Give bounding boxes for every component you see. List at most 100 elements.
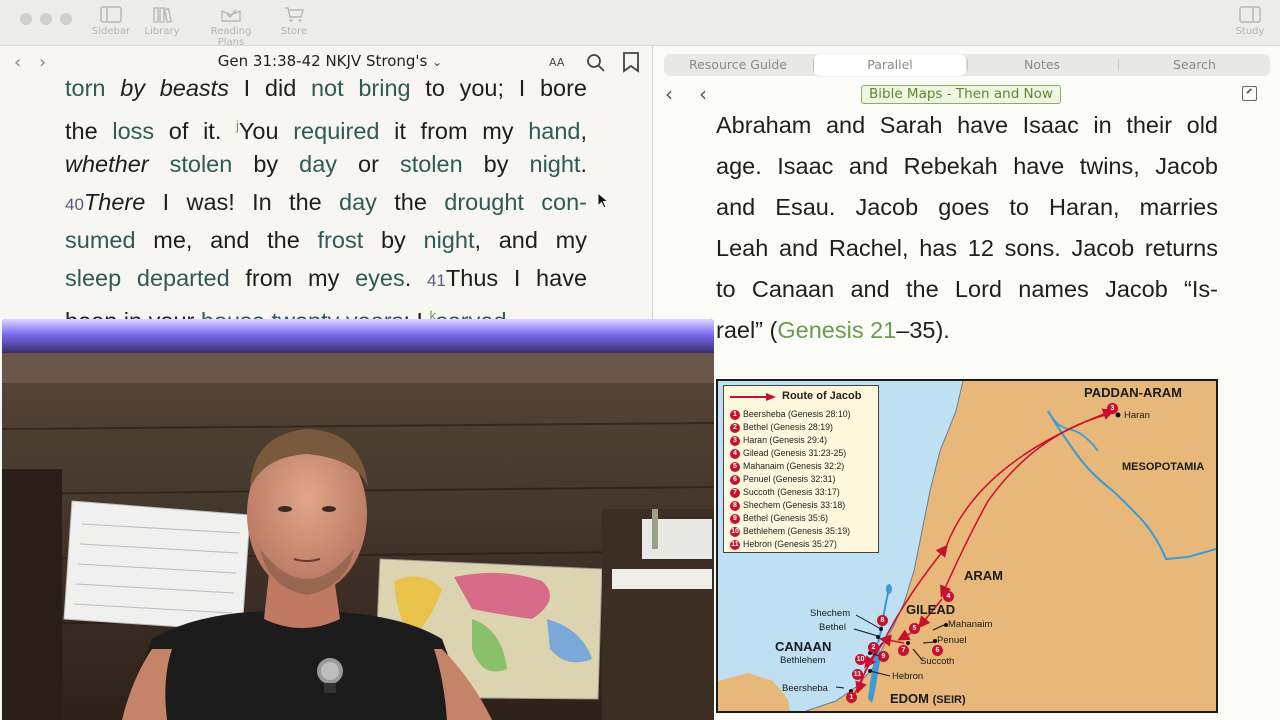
strongs-word-link[interactable]: stolen [400,151,463,177]
strongs-word-link[interactable]: required [293,118,379,144]
legend-item: 8 Shechem (Genesis 33:18) [730,499,845,511]
region-label: ARAM [964,568,1003,583]
back-arrow-icon[interactable]: ‹ [14,54,21,72]
tab-resource-guide[interactable]: Resource Guide [664,54,812,76]
strongs-word-link[interactable]: con- [541,189,587,215]
back-arrow-icon[interactable]: ‹ [665,82,673,106]
scripture-reference-link[interactable]: Genesis 21 [777,317,896,343]
text-segment: , [580,117,588,144]
chevron-down-icon: ⌄ [432,55,443,69]
strongs-word-link[interactable]: hand [528,118,580,144]
town-label: Shechem [810,608,851,619]
resource-text: Abraham and Sarah have Isaac in their ol… [716,105,1218,351]
town-label: Mahanaim [948,619,993,630]
strongs-word-link[interactable]: departed [137,265,230,291]
sidebar-label: Sidebar [91,26,131,37]
text-line: to Canaan and the Lord names Jacob “Is- [716,269,1218,310]
text-line: sleep departed from my eyes. 41Thus I ha… [65,259,587,297]
text-segment [524,189,541,215]
text-segment: , and my [474,227,588,253]
town-label: Bethel [819,622,846,633]
library-button[interactable]: Library [127,4,197,37]
strongs-word-link[interactable]: frost [318,227,364,253]
text-segment [121,265,137,291]
study-pane: Resource Guide Parallel Notes Search ‹ ‹… [654,46,1280,720]
region-label: MESOPOTAMIA [1122,461,1205,473]
strongs-word-link[interactable]: night [530,151,581,177]
verse-number: 41 [426,271,446,290]
resource-title-button[interactable]: Bible Maps - Then and Now [861,85,1061,104]
minimize-window-button[interactable] [40,13,52,25]
reference-picker[interactable]: Gen 31:38-42 NKJV Strong's ⌄ [200,52,460,70]
legend-item: 11 Hebron (Genesis 35:27) [730,539,837,550]
route-pin: 2 [868,642,879,653]
text-segment [344,75,359,101]
strongs-word-link[interactable]: sleep [65,265,121,291]
text-segment: I was! In the [145,189,340,215]
route-pin: 5 [909,623,920,634]
text-line: rael” (Genesis 21–35). [716,310,1218,351]
tab-notes[interactable]: Notes [968,54,1116,76]
strongs-word-link[interactable]: torn [65,75,106,101]
text-segment: and Esau. Jacob goes to Haran, marries [716,194,1218,220]
popout-icon[interactable] [1242,86,1257,101]
text-line: whether stolen by day or stolen by night… [65,145,587,183]
study-icon [1239,6,1261,23]
strongs-word-link[interactable]: night [424,227,475,253]
reading-plans-button[interactable]: Reading Plans [196,4,266,48]
strongs-word-link[interactable]: eyes [355,265,405,291]
bookmark-icon[interactable] [622,52,640,73]
mouse-cursor-icon [597,192,609,209]
study-button[interactable]: Study [1215,4,1280,37]
text-segment: from my [229,265,356,291]
font-size-button[interactable]: AA [549,54,564,70]
legend-item: 7 Succoth (Genesis 33:17) [730,486,840,498]
strongs-word-link[interactable]: stolen [170,151,233,177]
text-segment [149,151,170,177]
text-segment: by [363,227,424,253]
town-label: Haran [1124,410,1150,421]
legend-item: 1 Beersheba (Genesis 28:10) [730,408,851,420]
forward-arrow-icon[interactable]: › [39,54,46,72]
strongs-word-link[interactable]: sumed [65,227,136,253]
text-segment: –35). [896,317,950,343]
legend-item: 9 Bethel (Genesis 35:6) [730,512,828,524]
legend-title: Route of Jacob [782,390,862,402]
scripture-text: torn by beasts I did not bring to you; I… [65,69,587,335]
text-line: torn by beasts I did not bring to you; I… [65,69,587,107]
region-label: CANAAN [775,639,832,654]
strongs-word-link[interactable]: loss [112,118,154,144]
text-line: Abraham and Sarah have Isaac in their ol… [716,105,1218,146]
store-button[interactable]: Store [259,4,329,37]
strongs-word-link[interactable]: bring [358,75,410,101]
text-line: 40There I was! In the day the drought co… [65,183,587,221]
text-line: and Esau. Jacob goes to Haran, marries [716,187,1218,228]
text-segment: to Canaan and the Lord names Jacob “Is- [716,276,1218,302]
route-pin: 6 [932,645,943,656]
library-label: Library [144,26,180,37]
strongs-word-link[interactable]: day [339,189,377,215]
tab-search[interactable]: Search [1119,54,1270,76]
route-pin: 4 [943,591,954,602]
route-pin: 1 [846,692,857,703]
region-label: GILEAD [906,602,956,617]
tab-parallel[interactable]: Parallel [814,54,966,76]
strongs-word-link[interactable]: day [299,151,337,177]
text-segment: Leah and Rachel, has 12 sons. Jacob retu… [716,235,1218,261]
text-line: age. Isaac and Rebekah have twins, Jacob [716,146,1218,187]
text-segment: . [404,265,427,291]
text-segment: of it. [154,117,237,144]
town-label: Hebron [892,671,924,682]
zoom-window-button[interactable] [60,13,72,25]
strongs-word-link[interactable]: not [311,75,344,101]
font-size-label: AA [549,56,565,69]
map-legend: Route of Jacob 1 Beersheba (Genesis 28:10… [723,385,879,553]
route-arrow-icon [730,393,776,401]
webcam-overlay [2,319,714,720]
chevron-left-icon[interactable]: ‹ [699,82,707,106]
cart-icon [285,7,304,22]
strongs-word-link[interactable]: drought [444,189,524,215]
close-window-button[interactable] [20,13,32,25]
text-segment: rael” ( [716,317,778,343]
search-icon[interactable] [586,53,606,73]
